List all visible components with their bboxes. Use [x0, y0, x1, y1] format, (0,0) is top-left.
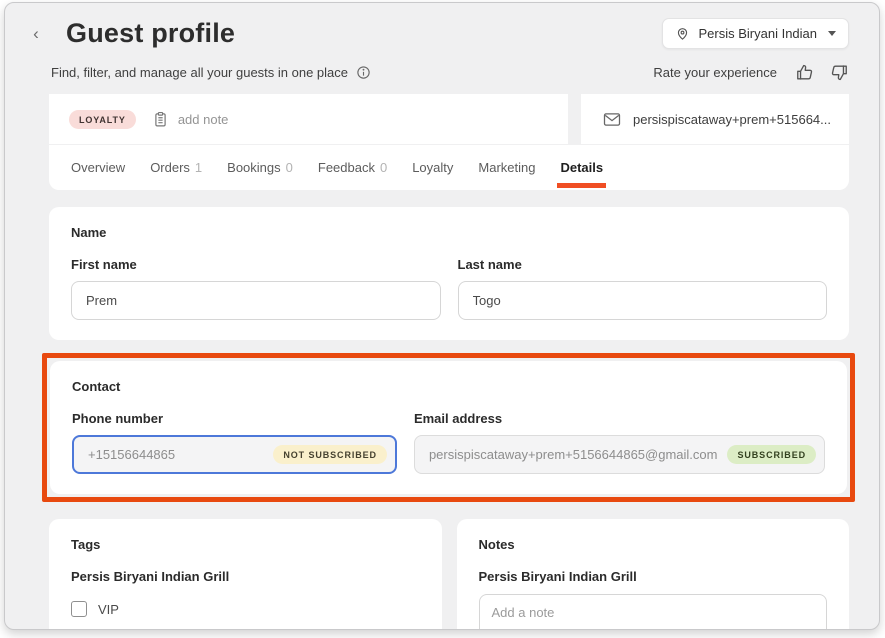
- tab-marketing[interactable]: Marketing: [478, 145, 535, 190]
- add-note-button[interactable]: add note: [152, 111, 229, 128]
- name-section: Name First name Last name: [49, 207, 849, 340]
- note-clipboard-icon: [152, 111, 169, 128]
- back-button[interactable]: ‹: [25, 23, 47, 45]
- thumbs-down-icon[interactable]: [830, 63, 849, 82]
- guest-contact-card: persispiscataway+prem+515664...: [581, 94, 849, 144]
- tab-feedback[interactable]: Feedback 0: [318, 145, 387, 190]
- rate-experience-label: Rate your experience: [653, 65, 777, 80]
- loyalty-badge: LOYALTY: [69, 110, 136, 129]
- note-textarea[interactable]: [479, 594, 828, 630]
- phone-subscription-badge: NOT SUBSCRIBED: [273, 445, 387, 464]
- back-chevron-icon: ‹: [33, 24, 39, 44]
- contact-section-title: Contact: [72, 379, 825, 394]
- guest-summary-card: LOYALTY add note: [49, 94, 568, 144]
- name-section-title: Name: [71, 225, 827, 240]
- contact-section: Contact Phone number +15156644865 NOT SU…: [50, 361, 847, 494]
- phone-value: +15156644865: [88, 447, 175, 462]
- notes-section: Notes Persis Biryani Indian Grill: [457, 519, 850, 630]
- email-subscription-badge: SUBSCRIBED: [727, 445, 816, 464]
- guest-summary-row: LOYALTY add note: [49, 94, 849, 144]
- last-name-field[interactable]: [458, 281, 828, 320]
- last-name-label: Last name: [458, 257, 828, 272]
- phone-label: Phone number: [72, 411, 397, 426]
- guest-profile-window: ‹ Guest profile Persis Biryani Indian Fi…: [4, 2, 880, 630]
- email-field[interactable]: persispiscataway+prem+5156644865@gmail.c…: [414, 435, 825, 474]
- sub-header: Find, filter, and manage all your guests…: [5, 53, 879, 94]
- first-name-label: First name: [71, 257, 441, 272]
- tags-restaurant-name: Persis Biryani Indian Grill: [71, 569, 420, 584]
- guest-email-link[interactable]: persispiscataway+prem+515664...: [603, 112, 831, 127]
- tab-details[interactable]: Details: [560, 145, 603, 190]
- tab-bookings[interactable]: Bookings 0: [227, 145, 293, 190]
- contact-highlight-box: Contact Phone number +15156644865 NOT SU…: [42, 353, 855, 502]
- notes-restaurant-name: Persis Biryani Indian Grill: [479, 569, 828, 584]
- page-title: Guest profile: [66, 18, 235, 49]
- envelope-icon: [603, 112, 621, 127]
- info-icon[interactable]: [356, 65, 371, 80]
- location-selector-label: Persis Biryani Indian: [699, 26, 818, 41]
- thumbs-up-icon[interactable]: [795, 63, 814, 82]
- active-tab-underline: [557, 183, 606, 188]
- vip-checkbox[interactable]: [71, 601, 87, 617]
- tab-overview[interactable]: Overview: [71, 145, 125, 190]
- tags-section-title: Tags: [71, 537, 420, 552]
- header: ‹ Guest profile Persis Biryani Indian: [5, 3, 879, 53]
- location-pin-icon: [675, 26, 690, 41]
- bottom-row: Tags Persis Biryani Indian Grill VIP Not…: [49, 519, 849, 630]
- email-label: Email address: [414, 411, 825, 426]
- first-name-field[interactable]: [71, 281, 441, 320]
- vip-tag-row: VIP: [71, 601, 420, 617]
- page-subtitle: Find, filter, and manage all your guests…: [51, 65, 348, 80]
- chevron-down-icon: [828, 31, 836, 36]
- phone-field[interactable]: +15156644865 NOT SUBSCRIBED: [72, 435, 397, 474]
- notes-section-title: Notes: [479, 537, 828, 552]
- tab-orders[interactable]: Orders 1: [150, 145, 202, 190]
- add-note-label: add note: [178, 112, 229, 127]
- tab-loyalty[interactable]: Loyalty: [412, 145, 453, 190]
- guest-email-truncated: persispiscataway+prem+515664...: [633, 112, 831, 127]
- rate-experience: Rate your experience: [653, 63, 849, 82]
- location-selector[interactable]: Persis Biryani Indian: [662, 18, 850, 49]
- email-value: persispiscataway+prem+5156644865@gmail.c…: [429, 447, 718, 462]
- vip-label: VIP: [98, 602, 119, 617]
- profile-tabs: Overview Orders 1 Bookings 0 Feedback 0 …: [49, 145, 849, 190]
- tags-section: Tags Persis Biryani Indian Grill VIP: [49, 519, 442, 630]
